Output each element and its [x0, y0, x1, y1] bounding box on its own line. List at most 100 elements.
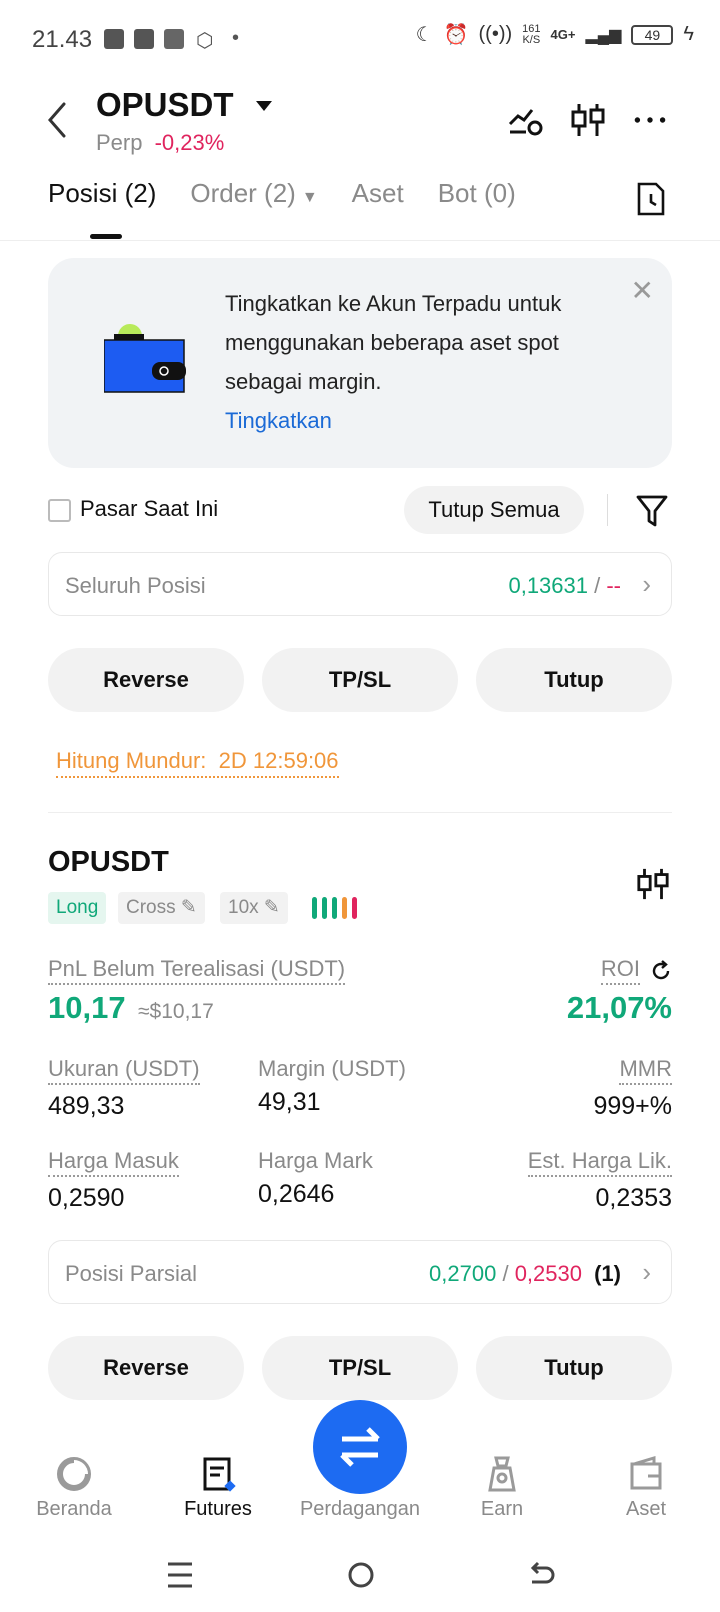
- more-dot-icon: •: [232, 27, 240, 49]
- tab-positions[interactable]: Posisi (2): [48, 178, 156, 209]
- promo-text: Tingkatkan ke Akun Terpadu untuk menggun…: [225, 291, 562, 433]
- clock: 21.43: [32, 26, 93, 53]
- position-card-actions: Reverse TP/SL Tutup: [48, 1336, 672, 1400]
- futures-icon: [203, 1457, 236, 1492]
- signal-icon: ▂▄▆: [585, 26, 622, 44]
- leverage-badge[interactable]: 10x ✎: [220, 892, 288, 924]
- partial-position-value: 0,2700 / 0,2530 (1): [429, 1261, 621, 1286]
- tab-assets[interactable]: Aset: [352, 178, 404, 209]
- countdown[interactable]: Hitung Mundur: 2D 12:59:06: [56, 748, 339, 778]
- trade-fab-button[interactable]: [313, 1400, 407, 1494]
- tab-bar: Posisi (2) Order (2) ▼ Aset Bot (0): [48, 178, 516, 209]
- position-actions: Reverse TP/SL Tutup: [48, 648, 672, 712]
- candlestick-chart-icon[interactable]: [570, 102, 606, 138]
- size-value: 489,33: [48, 1092, 125, 1120]
- upgrade-link[interactable]: Tingkatkan: [225, 408, 332, 433]
- current-market-label: Pasar Saat Ini: [80, 496, 219, 521]
- size-label[interactable]: Ukuran (USDT): [48, 1056, 200, 1085]
- back-button-icon[interactable]: [526, 1560, 556, 1590]
- mmr-label[interactable]: MMR: [619, 1056, 672, 1085]
- recent-apps-icon[interactable]: [166, 1560, 194, 1590]
- chevron-down-icon: ▼: [301, 189, 318, 206]
- edit-icon: ✎: [180, 897, 197, 918]
- nav-futures[interactable]: Futures: [148, 1456, 288, 1521]
- status-bar: 21.43 ⬡ • ☾ ⏰ ((•)) 161 K/S 4G+ ▂▄▆ 49 ϟ: [0, 0, 720, 80]
- margin-mode-badge[interactable]: Cross ✎: [118, 892, 205, 924]
- home-button-icon[interactable]: [346, 1560, 376, 1590]
- margin-value: 49,31: [258, 1088, 321, 1116]
- chevron-right-icon: ›: [642, 569, 651, 599]
- all-positions-value: 0,13631 / --: [508, 573, 621, 598]
- moon-icon: ☾: [415, 24, 434, 46]
- tpsl-button[interactable]: TP/SL: [262, 648, 458, 712]
- tab-bots[interactable]: Bot (0): [438, 178, 516, 209]
- alarm-icon: ⏰: [443, 24, 469, 46]
- notification-icon: [104, 29, 124, 49]
- history-icon[interactable]: [636, 182, 666, 216]
- divider: [48, 812, 672, 813]
- filter-icon[interactable]: [636, 494, 668, 528]
- roi-label: ROI: [600, 956, 640, 985]
- side-badge: Long: [48, 892, 107, 924]
- nav-earn[interactable]: Earn: [432, 1456, 572, 1521]
- wallet-icon: [630, 1456, 662, 1490]
- mmr-value: 999+%: [593, 1092, 672, 1120]
- pnl-usd: ≈$10,17: [138, 1000, 214, 1023]
- chevron-right-icon: ›: [642, 1257, 651, 1287]
- tpsl-button[interactable]: TP/SL: [262, 1336, 458, 1400]
- app-icon: ⬡: [196, 30, 214, 52]
- notification-icon: [134, 29, 154, 49]
- all-positions-row[interactable]: Seluruh Posisi 0,13631 / -- ›: [48, 552, 672, 616]
- nav-home[interactable]: Beranda: [4, 1456, 144, 1521]
- wallet-illustration-icon: [104, 324, 186, 393]
- liq-price-value: 0,2353: [595, 1184, 672, 1212]
- margin-label: Margin (USDT): [258, 1056, 406, 1081]
- entry-price-label[interactable]: Harga Masuk: [48, 1148, 179, 1177]
- close-button[interactable]: Tutup: [476, 648, 672, 712]
- pnl-label[interactable]: PnL Belum Terealisasi (USDT): [48, 956, 346, 985]
- pnl-value: 10,17: [48, 990, 126, 1025]
- active-tab-indicator: [90, 234, 122, 239]
- price-alert-icon[interactable]: [508, 102, 544, 138]
- more-options-icon[interactable]: [632, 102, 668, 138]
- charging-icon: ϟ: [683, 23, 694, 45]
- net-speed: 161 K/S: [522, 22, 541, 46]
- risk-indicator-bars: [312, 897, 357, 919]
- risk-bar: [322, 897, 327, 919]
- current-market-checkbox[interactable]: [48, 499, 71, 522]
- liq-price-label[interactable]: Est. Harga Lik.: [527, 1148, 672, 1177]
- roi-value: 21,07%: [566, 990, 672, 1025]
- system-navigation-bar: [0, 1546, 720, 1612]
- close-icon[interactable]: ✕: [631, 274, 654, 307]
- pnl-value-group: 10,17 ≈$10,17: [48, 990, 214, 1026]
- partial-position-row[interactable]: Posisi Parsial 0,2700 / 0,2530 (1) ›: [48, 1240, 672, 1304]
- contract-type: Perp: [96, 130, 143, 155]
- candlestick-chart-icon[interactable]: [636, 866, 670, 902]
- tab-orders[interactable]: Order (2) ▼: [190, 178, 317, 209]
- mark-price-value: 0,2646: [258, 1180, 335, 1208]
- close-all-button[interactable]: Tutup Semua: [404, 486, 584, 534]
- risk-bar: [342, 897, 347, 919]
- home-icon: [57, 1457, 91, 1491]
- hotspot-icon: ((•)): [478, 23, 513, 45]
- reverse-button[interactable]: Reverse: [48, 1336, 244, 1400]
- battery-indicator: 49: [631, 24, 674, 45]
- earn-icon: [488, 1456, 516, 1492]
- close-button[interactable]: Tutup: [476, 1336, 672, 1400]
- position-pair[interactable]: OPUSDT: [48, 846, 169, 879]
- pair-dropdown-icon[interactable]: [256, 101, 272, 111]
- reverse-button[interactable]: Reverse: [48, 648, 244, 712]
- mark-price-label: Harga Mark: [258, 1148, 373, 1173]
- network-type: 4G+: [550, 27, 576, 42]
- risk-bar: [312, 897, 317, 919]
- upgrade-promo-banner: Tingkatkan ke Akun Terpadu untuk menggun…: [48, 258, 672, 468]
- divider: [0, 240, 720, 241]
- back-arrow-icon[interactable]: [44, 100, 70, 140]
- divider: [607, 494, 608, 526]
- refresh-icon[interactable]: [650, 959, 672, 982]
- gallery-icon: [164, 29, 184, 49]
- risk-bar: [332, 897, 337, 919]
- roi-label-group[interactable]: ROI: [600, 956, 672, 985]
- nav-assets[interactable]: Aset: [576, 1456, 716, 1521]
- pair-title[interactable]: OPUSDT: [96, 86, 234, 124]
